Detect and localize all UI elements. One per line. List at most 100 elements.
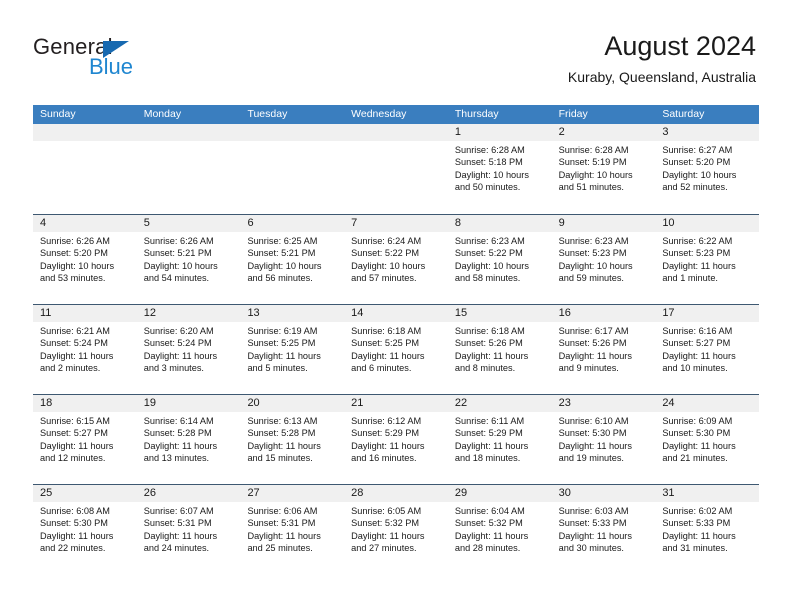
day-cell[interactable]: 14 Sunrise: 6:18 AM Sunset: 5:25 PM Dayl… [344,305,448,394]
day-details: Sunrise: 6:28 AM Sunset: 5:19 PM Dayligh… [552,141,656,194]
day-details: Sunrise: 6:23 AM Sunset: 5:22 PM Dayligh… [448,232,552,285]
sunset-text: Sunset: 5:30 PM [662,428,731,439]
daylight-text-line2: and 15 minutes. [247,453,313,464]
day-cell[interactable]: 10 Sunrise: 6:22 AM Sunset: 5:23 PM Dayl… [655,215,760,304]
day-cell[interactable] [240,124,345,214]
day-details: Sunrise: 6:18 AM Sunset: 5:25 PM Dayligh… [344,322,448,375]
day-cell[interactable]: 3 Sunrise: 6:27 AM Sunset: 5:20 PM Dayli… [655,124,760,214]
day-number: 24 [655,395,760,412]
sunset-text: Sunset: 5:28 PM [247,428,316,439]
day-cell[interactable]: 18 Sunrise: 6:15 AM Sunset: 5:27 PM Dayl… [33,395,137,484]
day-number: 14 [344,305,448,322]
daylight-text-line1: Daylight: 11 hours [454,350,529,361]
daylight-text-line2: and 8 minutes. [454,363,516,374]
day-cell[interactable]: 13 Sunrise: 6:19 AM Sunset: 5:25 PM Dayl… [240,305,345,394]
sunrise-text: Sunrise: 6:23 AM [454,236,525,246]
general-blue-logo[interactable]: General Blue [33,36,253,88]
daylight-text-line1: Daylight: 10 hours [454,169,529,180]
day-details: Sunrise: 6:04 AM Sunset: 5:32 PM Dayligh… [448,502,552,555]
day-details [344,141,448,144]
daylight-text-line1: Daylight: 11 hours [247,440,321,451]
day-cell[interactable]: 7 Sunrise: 6:24 AM Sunset: 5:22 PM Dayli… [344,215,448,304]
day-cell[interactable]: 19 Sunrise: 6:14 AM Sunset: 5:28 PM Dayl… [136,395,241,484]
day-cell[interactable]: 30 Sunrise: 6:03 AM Sunset: 5:33 PM Dayl… [551,485,656,574]
sunset-text: Sunset: 5:25 PM [351,338,420,349]
day-cell[interactable]: 20 Sunrise: 6:13 AM Sunset: 5:28 PM Dayl… [240,395,345,484]
sunset-text: Sunset: 5:18 PM [454,157,523,168]
page-header: General Blue August 2024 Kuraby, Queensl… [0,0,792,104]
day-cell[interactable]: 6 Sunrise: 6:25 AM Sunset: 5:21 PM Dayli… [240,215,345,304]
day-number: 1 [447,124,552,141]
day-cell[interactable]: 15 Sunrise: 6:18 AM Sunset: 5:26 PM Dayl… [447,305,552,394]
week-row: 11 Sunrise: 6:21 AM Sunset: 5:24 PM Dayl… [33,304,760,394]
sunrise-text: Sunrise: 6:21 AM [40,326,110,336]
day-cell[interactable]: 24 Sunrise: 6:09 AM Sunset: 5:30 PM Dayl… [655,395,760,484]
day-cell[interactable] [136,124,241,214]
day-cell[interactable]: 16 Sunrise: 6:17 AM Sunset: 5:26 PM Dayl… [551,305,656,394]
sunset-text: Sunset: 5:32 PM [454,518,523,529]
daylight-text-line2: and 57 minutes. [351,273,417,284]
daylight-text-line2: and 27 minutes. [351,543,417,554]
sunset-text: Sunset: 5:33 PM [662,518,731,529]
sunrise-text: Sunrise: 6:15 AM [40,416,110,426]
day-cell[interactable]: 17 Sunrise: 6:16 AM Sunset: 5:27 PM Dayl… [655,305,760,394]
day-details: Sunrise: 6:25 AM Sunset: 5:21 PM Dayligh… [240,232,344,285]
day-cell[interactable]: 5 Sunrise: 6:26 AM Sunset: 5:21 PM Dayli… [136,215,241,304]
day-number: 17 [655,305,760,322]
sunset-text: Sunset: 5:27 PM [40,428,108,439]
sunrise-text: Sunrise: 6:17 AM [558,326,629,336]
day-cell[interactable]: 8 Sunrise: 6:23 AM Sunset: 5:22 PM Dayli… [447,215,552,304]
day-details: Sunrise: 6:13 AM Sunset: 5:28 PM Dayligh… [240,412,344,465]
day-cell[interactable]: 26 Sunrise: 6:07 AM Sunset: 5:31 PM Dayl… [136,485,241,574]
sunrise-text: Sunrise: 6:08 AM [40,506,110,516]
sunset-text: Sunset: 5:22 PM [351,248,420,259]
day-details: Sunrise: 6:18 AM Sunset: 5:26 PM Dayligh… [448,322,552,375]
sunset-text: Sunset: 5:33 PM [558,518,627,529]
day-cell[interactable]: 1 Sunrise: 6:28 AM Sunset: 5:18 PM Dayli… [447,124,552,214]
day-details: Sunrise: 6:19 AM Sunset: 5:25 PM Dayligh… [240,322,344,375]
day-cell[interactable]: 9 Sunrise: 6:23 AM Sunset: 5:23 PM Dayli… [551,215,656,304]
day-details: Sunrise: 6:02 AM Sunset: 5:33 PM Dayligh… [655,502,759,555]
sunset-text: Sunset: 5:29 PM [351,428,420,439]
daylight-text-line1: Daylight: 11 hours [40,350,114,361]
day-cell[interactable] [344,124,448,214]
day-cell[interactable]: 29 Sunrise: 6:04 AM Sunset: 5:32 PM Dayl… [447,485,552,574]
day-number: 30 [551,485,656,502]
weekday-header-wednesday: Wednesday [351,108,407,120]
day-cell[interactable]: 25 Sunrise: 6:08 AM Sunset: 5:30 PM Dayl… [33,485,137,574]
sunrise-text: Sunrise: 6:25 AM [247,236,318,246]
daylight-text-line2: and 56 minutes. [247,273,313,284]
daylight-text-line1: Daylight: 10 hours [247,260,322,271]
page-title: August 2024 [604,31,756,61]
daylight-text-line2: and 28 minutes. [454,543,521,554]
daylight-text-line1: Daylight: 11 hours [247,350,321,361]
day-number: 20 [240,395,345,412]
daylight-text-line1: Daylight: 11 hours [662,440,736,451]
day-cell[interactable]: 21 Sunrise: 6:12 AM Sunset: 5:29 PM Dayl… [344,395,448,484]
day-cell[interactable]: 27 Sunrise: 6:06 AM Sunset: 5:31 PM Dayl… [240,485,345,574]
day-number: 12 [136,305,241,322]
sunrise-text: Sunrise: 6:03 AM [558,506,629,516]
day-number: 18 [33,395,137,412]
day-cell[interactable]: 28 Sunrise: 6:05 AM Sunset: 5:32 PM Dayl… [344,485,448,574]
daylight-text-line1: Daylight: 11 hours [351,440,425,451]
sunrise-text: Sunrise: 6:13 AM [247,416,318,426]
sunrise-text: Sunrise: 6:16 AM [662,326,733,336]
day-cell[interactable]: 11 Sunrise: 6:21 AM Sunset: 5:24 PM Dayl… [33,305,137,394]
logo-text-blue: Blue [89,54,134,79]
daylight-text-line1: Daylight: 11 hours [662,530,736,541]
day-cell[interactable]: 2 Sunrise: 6:28 AM Sunset: 5:19 PM Dayli… [551,124,656,214]
sunrise-text: Sunrise: 6:28 AM [454,145,525,155]
day-details: Sunrise: 6:16 AM Sunset: 5:27 PM Dayligh… [655,322,759,375]
day-cell[interactable]: 31 Sunrise: 6:02 AM Sunset: 5:33 PM Dayl… [655,485,760,574]
day-cell[interactable]: 12 Sunrise: 6:20 AM Sunset: 5:24 PM Dayl… [136,305,241,394]
day-cell[interactable]: 22 Sunrise: 6:11 AM Sunset: 5:29 PM Dayl… [447,395,552,484]
day-cell[interactable]: 4 Sunrise: 6:26 AM Sunset: 5:20 PM Dayli… [33,215,137,304]
day-cell[interactable]: 23 Sunrise: 6:10 AM Sunset: 5:30 PM Dayl… [551,395,656,484]
weekday-header-thursday: Thursday [454,108,499,120]
day-number: 11 [33,305,137,322]
day-cell[interactable] [33,124,137,214]
sunset-text: Sunset: 5:24 PM [143,338,212,349]
daylight-text-line2: and 25 minutes. [247,543,313,554]
day-details: Sunrise: 6:28 AM Sunset: 5:18 PM Dayligh… [448,141,552,194]
